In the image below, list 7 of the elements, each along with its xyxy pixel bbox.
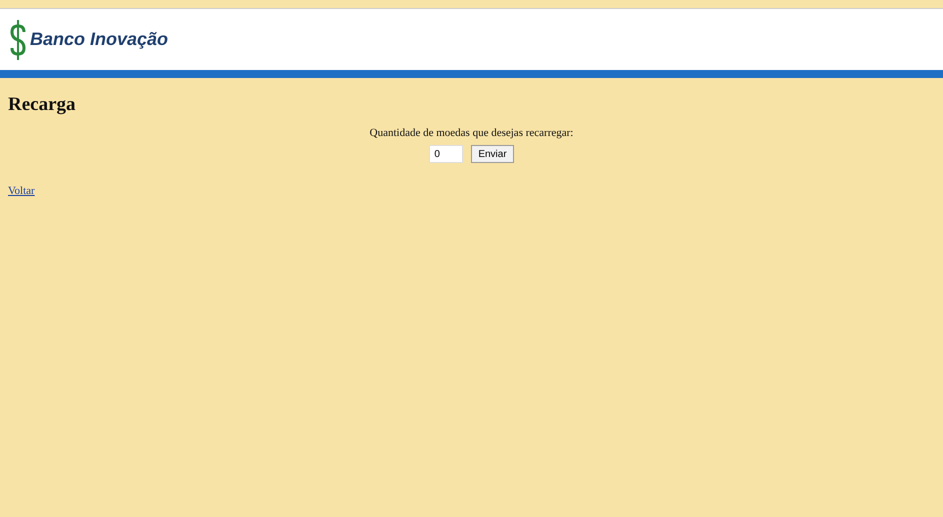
- amount-input[interactable]: 0: [429, 145, 464, 164]
- back-link[interactable]: Voltar: [8, 183, 35, 200]
- dollar-sign-logo-icon: [10, 20, 26, 60]
- page-title: Recarga: [8, 94, 77, 117]
- bank-name: Banco Inovação: [30, 28, 168, 51]
- amount-prompt: Quantidade de moedas que desejas recarregar:: [370, 126, 574, 141]
- submit-button[interactable]: Enviar: [471, 145, 514, 164]
